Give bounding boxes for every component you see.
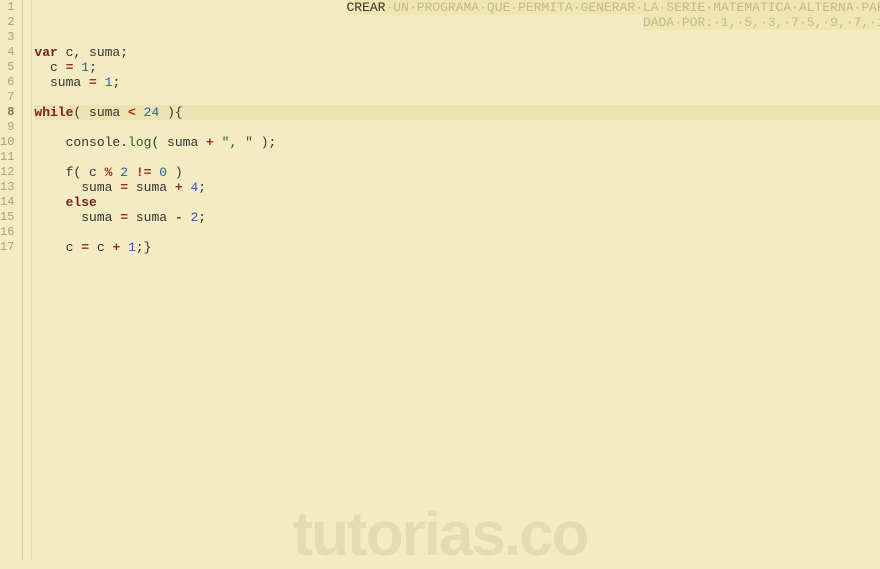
code-line[interactable]: var c, suma;: [34, 45, 880, 60]
code-line[interactable]: [34, 120, 880, 135]
line-number: 3: [0, 30, 14, 45]
line-number: 6: [0, 75, 14, 90]
code-line[interactable]: suma = suma + 4;: [34, 180, 880, 195]
code-line[interactable]: [34, 30, 880, 45]
line-number: 5: [0, 60, 14, 75]
code-line-active[interactable]: while( suma < 24 ){: [34, 105, 880, 120]
code-line[interactable]: [34, 150, 880, 165]
code-lines: CREAR·UN·PROGRAMA·QUE·PERMITA·GENERAR·LA…: [22, 0, 880, 255]
line-number: 15: [0, 210, 14, 225]
line-number-gutter: 1 2 3 4 5 6 7 8 9 10 11 12 13 14 15 16 1…: [0, 0, 22, 560]
line-number: 9: [0, 120, 14, 135]
line-number: 11: [0, 150, 14, 165]
code-line[interactable]: else: [34, 195, 880, 210]
line-number: 4: [0, 45, 14, 60]
code-line[interactable]: CREAR·UN·PROGRAMA·QUE·PERMITA·GENERAR·LA…: [34, 0, 880, 15]
code-area[interactable]: CREAR·UN·PROGRAMA·QUE·PERMITA·GENERAR·LA…: [22, 0, 880, 560]
code-editor: 1 2 3 4 5 6 7 8 9 10 11 12 13 14 15 16 1…: [0, 0, 880, 560]
line-number: 10: [0, 135, 14, 150]
code-line[interactable]: c = 1;: [34, 60, 880, 75]
line-number: 14: [0, 195, 14, 210]
code-line[interactable]: DADA·POR:·1,·5,·3,·7·5,·9,·7,·11·HASTA·2…: [34, 15, 880, 30]
line-number: 12: [0, 165, 14, 180]
line-number: 17: [0, 240, 14, 255]
code-line[interactable]: suma = suma - 2;: [34, 210, 880, 225]
code-line[interactable]: console.log( suma + ", " );: [34, 135, 880, 150]
code-line[interactable]: c = c + 1;}: [34, 240, 880, 255]
code-line[interactable]: [34, 90, 880, 105]
code-line[interactable]: f( c % 2 != 0 ): [34, 165, 880, 180]
code-line[interactable]: suma = 1;: [34, 75, 880, 90]
line-number: 7: [0, 90, 14, 105]
line-number: 13: [0, 180, 14, 195]
line-number: 8: [0, 105, 14, 120]
line-number: 2: [0, 15, 14, 30]
line-number: 1: [0, 0, 14, 15]
code-line[interactable]: [34, 225, 880, 240]
line-number: 16: [0, 225, 14, 240]
